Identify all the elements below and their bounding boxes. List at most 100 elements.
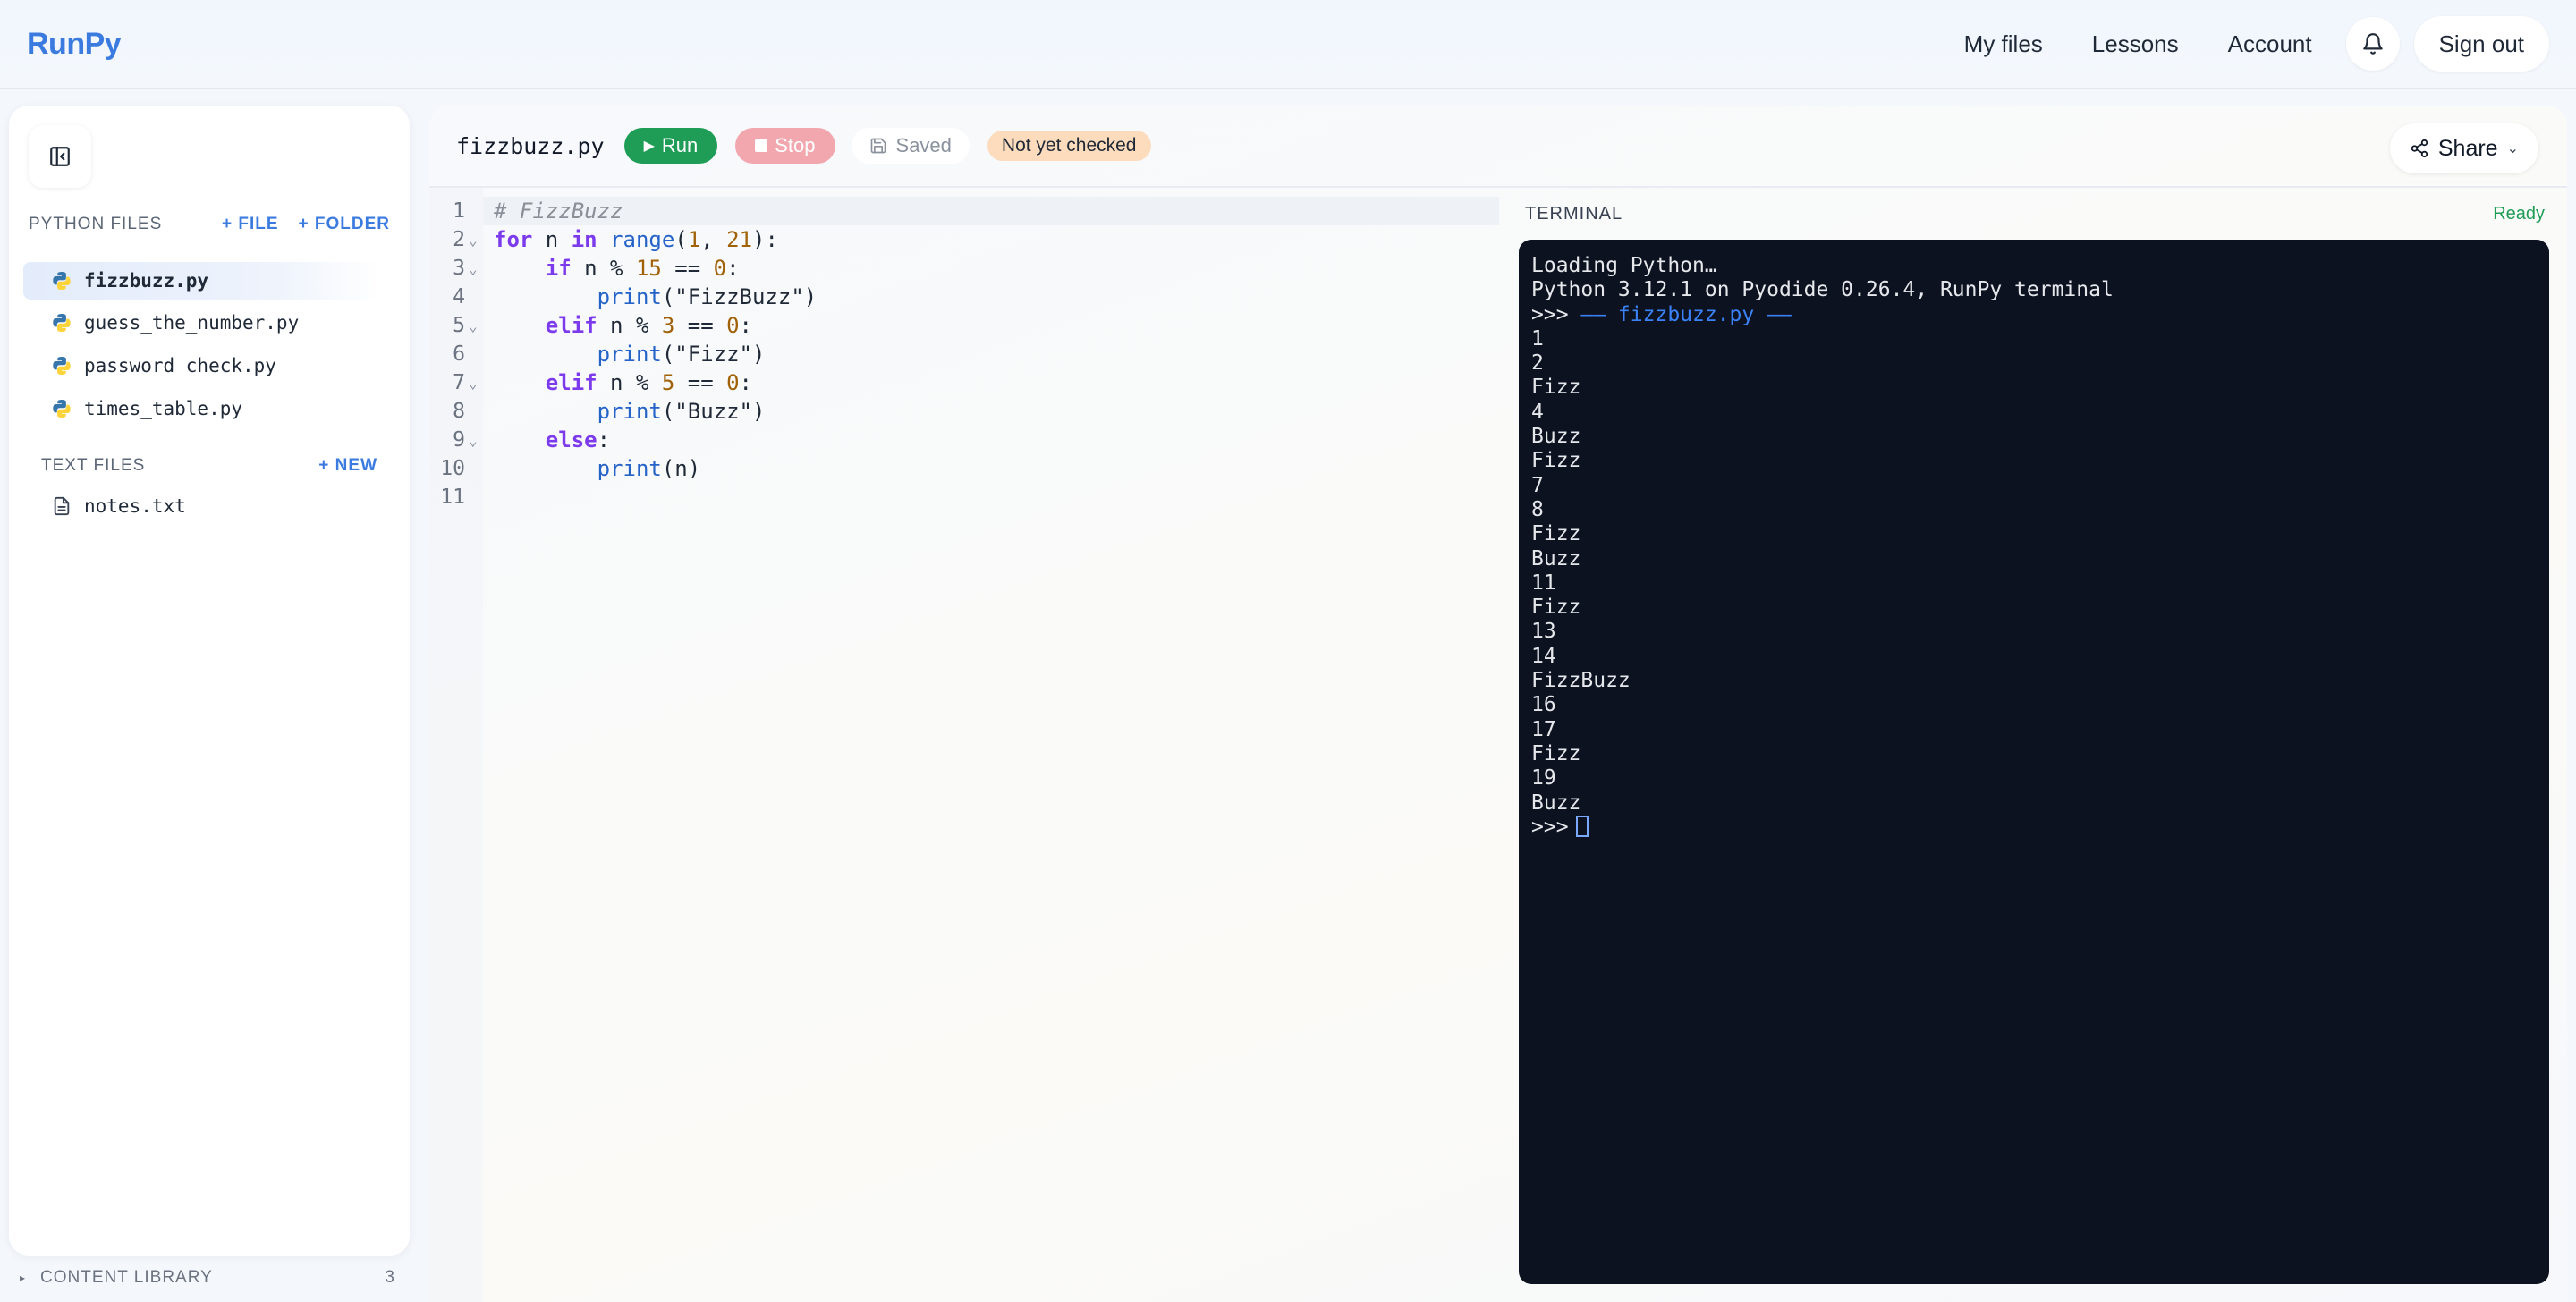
stop-button[interactable]: Stop (735, 128, 835, 164)
notifications-button[interactable] (2345, 17, 2400, 71)
sign-out-button[interactable]: Sign out (2413, 16, 2549, 72)
terminal-output-line: Buzz (1531, 425, 1581, 449)
current-filename[interactable]: fizzbuzz.py (456, 133, 605, 159)
line-number: 2 (453, 228, 465, 251)
python-files-title: PYTHON FILES (29, 215, 163, 233)
code-text: print("Buzz") (597, 399, 766, 424)
nav-link-account[interactable]: Account (2228, 30, 2312, 58)
fold-chevron-icon[interactable]: ⌄ (469, 432, 478, 449)
fold-chevron-icon[interactable]: ⌄ (469, 317, 478, 334)
terminal-output-line: FizzBuzz (1531, 669, 1631, 693)
share-icon (2411, 139, 2428, 158)
editor-workspace: fizzbuzz.py ▶ Run Stop Saved Not yet che… (429, 106, 2567, 1302)
share-button[interactable]: Share ⌄ (2389, 123, 2538, 173)
code-line[interactable]: 3 ⌄ if n % 15 == 0: (429, 254, 1499, 283)
text-files-header: TEXT FILES + NEW (41, 456, 377, 476)
fold-chevron-icon[interactable]: ⌄ (469, 375, 478, 392)
file-item-notes[interactable]: notes.txt (23, 487, 381, 525)
terminal-output-line: 14 (1531, 644, 1556, 668)
code-line[interactable]: 2 ⌄ for n in range(1, 21): (429, 225, 1499, 254)
app-logo[interactable]: RunPy (27, 27, 122, 62)
stop-label: Stop (775, 134, 816, 156)
add-text-file-button[interactable]: + NEW (318, 456, 377, 476)
terminal-output-line: Fizz (1531, 376, 1581, 400)
terminal-output-line: Buzz (1531, 546, 1581, 571)
terminal-title: TERMINAL (1525, 204, 1623, 224)
add-folder-button[interactable]: + FOLDER (299, 215, 390, 234)
saved-label: Saved (895, 134, 952, 156)
terminal-status: Ready (2493, 204, 2545, 224)
code-line[interactable]: 4 print("FizzBuzz") (429, 283, 1499, 311)
python-file-icon (50, 269, 73, 292)
line-number: 9 (453, 428, 465, 452)
code-line[interactable]: 5 ⌄ elif n % 3 == 0: (429, 311, 1499, 340)
code-editor[interactable]: 1 # FizzBuzz 2 ⌄ for n in range(1, 21): … (429, 188, 1503, 1302)
share-label: Share (2437, 135, 2498, 161)
sidebar-collapse-button[interactable] (29, 125, 91, 188)
line-number: 6 (453, 342, 465, 366)
python-file-icon (50, 397, 73, 420)
fold-chevron-icon[interactable]: ⌄ (469, 260, 478, 277)
run-label: Run (661, 134, 699, 156)
line-number: 4 (453, 285, 465, 309)
code-text: print(n) (597, 456, 701, 481)
file-item-guess-the-number[interactable]: guess_the_number.py (23, 304, 381, 342)
terminal-output-line: Fizz (1531, 596, 1581, 620)
line-number: 7 (453, 371, 465, 394)
code-line[interactable]: 11 (429, 483, 1499, 512)
top-nav: RunPy My files Lessons Account Sign out (0, 0, 2576, 89)
file-item-password-check[interactable]: password_check.py (23, 347, 381, 385)
code-line[interactable]: 8 print("Buzz") (429, 397, 1499, 426)
code-text: print("Fizz") (597, 342, 766, 367)
content-library-toggle[interactable]: ▸ CONTENT LIBRARY 3 (20, 1268, 395, 1288)
run-button[interactable]: ▶ Run (623, 128, 718, 164)
code-text: if n % 15 == 0: (545, 256, 740, 281)
code-line[interactable]: 6 print("Fizz") (429, 340, 1499, 368)
terminal-output-line: 7 (1531, 473, 1544, 497)
chevron-down-icon: ⌄ (2506, 141, 2519, 156)
terminal-output-line: Fizz (1531, 741, 1581, 765)
terminal-output-line: 17 (1531, 717, 1556, 741)
fold-chevron-icon[interactable]: ⌄ (469, 232, 478, 249)
save-icon (870, 138, 886, 154)
terminal-output-line: Fizz (1531, 522, 1581, 546)
terminal-output-line: Fizz (1531, 449, 1581, 473)
terminal-line: Loading Python… (1531, 254, 1717, 277)
terminal-output: 1 2 Fizz 4 Buzz Fizz 7 8 Fizz Buzz 11 Fizz 13 14 FizzB… (1531, 327, 2537, 816)
text-files-title: TEXT FILES (41, 456, 146, 475)
add-file-button[interactable]: + FILE (222, 215, 279, 234)
python-file-icon (50, 311, 73, 334)
nav-link-my-files[interactable]: My files (1964, 30, 2043, 58)
code-line[interactable]: 1 # FizzBuzz (429, 197, 1499, 225)
line-number: 10 (440, 457, 465, 480)
sidebar-collapse-icon (50, 147, 70, 166)
code-line[interactable]: 10 print(n) (429, 454, 1499, 483)
bell-icon (2362, 33, 2383, 55)
terminal-line: Python 3.12.1 on Pyodide 0.26.4, RunPy t… (1531, 278, 2114, 302)
code-line[interactable]: 7 ⌄ elif n % 5 == 0: (429, 368, 1499, 397)
terminal-output-line: 11 (1531, 571, 1556, 595)
file-name: fizzbuzz.py (84, 270, 209, 292)
terminal-output-line: 16 (1531, 693, 1556, 717)
line-number: 8 (453, 400, 465, 423)
file-sidebar: PYTHON FILES + FILE + FOLDER fizzbuzz.py… (9, 106, 410, 1256)
terminal-prompt[interactable]: >>> (1531, 815, 2537, 840)
code-text: for n in range(1, 21): (494, 227, 778, 252)
python-files-header: PYTHON FILES + FILE + FOLDER (29, 215, 390, 234)
code-text: # FizzBuzz (494, 199, 623, 224)
python-file-icon (50, 354, 73, 377)
file-item-fizzbuzz[interactable]: fizzbuzz.py (23, 262, 381, 300)
editor-toolbar: fizzbuzz.py ▶ Run Stop Saved Not yet che… (429, 106, 2567, 188)
line-number: 5 (453, 314, 465, 337)
file-item-times-table[interactable]: times_table.py (23, 390, 381, 427)
terminal-panel[interactable]: Loading Python… Python 3.12.1 on Pyodide… (1519, 240, 2549, 1284)
line-number: 11 (440, 486, 465, 509)
nav-link-lessons[interactable]: Lessons (2092, 30, 2179, 58)
terminal-output-line: 19 (1531, 766, 1556, 790)
saved-indicator: Saved (851, 128, 970, 164)
terminal-output-line: Buzz (1531, 790, 1581, 815)
code-text: print("FizzBuzz") (597, 284, 818, 309)
chevron-right-icon: ▸ (20, 1272, 27, 1284)
check-status-badge: Not yet checked (987, 131, 1151, 161)
code-line[interactable]: 9 ⌄ else: (429, 426, 1499, 454)
